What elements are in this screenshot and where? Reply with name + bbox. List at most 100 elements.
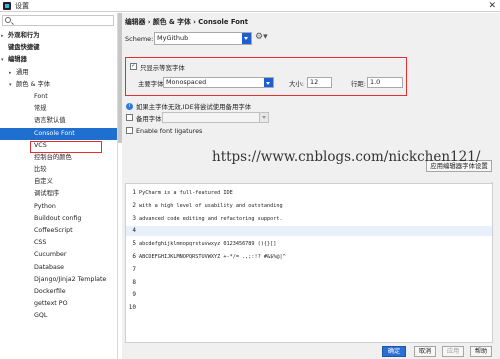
size-label: 大小: [289, 80, 304, 88]
preview-line: 1 PyCharm is a full-featured IDE [126, 188, 492, 198]
settings-sidebar: ▸ 外观和行为键盘快捷键 ▾ 编辑器 ▸ 通用 ▾ 颜色 & 字体 Font 常规语言默认值 Con… [0, 13, 118, 359]
primary-font-label: 主要字体: [138, 80, 166, 88]
chevron-right-icon[interactable]: ▸ [9, 67, 12, 79]
chevron-down-icon[interactable] [242, 33, 251, 44]
line-number: 4 [132, 227, 136, 235]
watermark-text: https://www.cnblogs.com/nickchen121/ [212, 149, 481, 165]
sidebar-item-label: 控制台的颜色 [34, 153, 72, 161]
sidebar-item[interactable]: CoffeeScript [0, 225, 117, 237]
sidebar-item[interactable]: Buildout config [0, 213, 117, 225]
sidebar-item-label: 比较 [34, 166, 47, 174]
sidebar-item-label: 常规 [34, 105, 47, 113]
sidebar-item[interactable]: 比较 [0, 164, 117, 176]
sidebar-item-label: CSS [34, 239, 47, 247]
sidebar-item-label: Database [34, 263, 65, 271]
line-text: with a high level of usability and outst… [139, 202, 283, 209]
search-input[interactable] [2, 15, 114, 26]
preview-line: 7 [126, 265, 492, 275]
chevron-down-icon[interactable]: ▾ [1, 54, 4, 66]
line-number: 7 [132, 265, 136, 273]
ok-button[interactable]: 确定 [382, 346, 406, 357]
sidebar-item-label: gettext PO [34, 300, 68, 308]
sidebar-item[interactable]: 控制台的颜色 [0, 152, 117, 164]
line-number: 6 [132, 253, 136, 260]
sidebar-item-label: 调试程序 [34, 190, 60, 198]
sidebar-item[interactable]: 键盘快捷键 [0, 42, 117, 54]
sidebar-item-label: 自定义 [34, 178, 53, 186]
line-number: 10 [128, 304, 136, 312]
sidebar-item[interactable]: ▾ 颜色 & 字体 [0, 79, 117, 91]
preview-editor[interactable]: 1 PyCharm is a full-featured IDE 2 with a h… [125, 183, 493, 343]
window-title: 设置 [15, 1, 29, 10]
size-value: 12 [310, 78, 319, 86]
only-monospaced-checkbox[interactable] [130, 62, 137, 70]
sidebar-item[interactable]: Dockerfile [0, 286, 117, 298]
line-spacing-label: 行距: [351, 80, 366, 88]
sidebar-item-label: Buildout config [34, 214, 82, 222]
fallback-font-checkbox[interactable] [126, 114, 133, 121]
sidebar-item-label: 通用 [16, 68, 29, 76]
line-spacing-field[interactable]: 1.0 [367, 77, 403, 88]
apply-button[interactable]: 应用 [442, 346, 464, 357]
help-button[interactable]: 帮助 [470, 346, 492, 357]
line-number: 2 [132, 201, 136, 209]
chevron-right-icon[interactable]: ▸ [1, 30, 4, 42]
breadcrumb: 编辑器 › 颜色 & 字体 › Console Font [125, 18, 248, 26]
sidebar-item-label: 外观和行为 [8, 32, 40, 39]
sidebar-item-label: Font [34, 92, 48, 100]
line-spacing-value: 1.0 [370, 78, 381, 86]
sidebar-item[interactable]: GQL [0, 310, 117, 322]
cancel-button[interactable]: 取消 [414, 346, 436, 357]
sidebar-item[interactable]: Database [0, 262, 117, 274]
ligatures-checkbox[interactable] [126, 127, 133, 134]
preview-line: 8 [126, 278, 492, 288]
sidebar-item[interactable]: 语言默认值 [0, 115, 117, 127]
sidebar-item[interactable]: ▸ 通用 [0, 67, 117, 79]
sidebar-item[interactable]: CSS [0, 237, 117, 249]
title-bar: 设置 ✕ [0, 0, 500, 12]
sidebar-item-label: CoffeeScript [34, 227, 73, 234]
size-field[interactable]: 12 [307, 77, 332, 88]
gear-icon[interactable]: ⚙▾ [255, 32, 268, 42]
preview-line: 6 ABCDEFGHIJKLMNOPQRSTUVWXYZ +-*/= .,;:!?… [126, 252, 492, 262]
line-text: abcdefghijklmnopqrstuvwxyz 0123456789 ()… [139, 241, 277, 248]
scheme-select[interactable]: MyGithub [154, 32, 252, 45]
sidebar-item-label: 语言默认值 [34, 117, 66, 125]
sidebar-item[interactable]: Cucumber [0, 249, 117, 261]
sidebar-item-label: Django/Jinja2 Template [34, 275, 107, 283]
sidebar-item-label: 键盘快捷键 [8, 44, 40, 52]
sidebar-item[interactable]: ▾ 编辑器 [0, 54, 117, 66]
chevron-down-icon[interactable]: ▾ [9, 79, 12, 91]
sidebar-item[interactable]: Django/Jinja2 Template [0, 274, 117, 286]
sidebar-item-label: GQL [34, 312, 48, 320]
line-number: 8 [132, 278, 136, 286]
chevron-down-icon[interactable] [264, 78, 273, 87]
only-monospaced-label: 只显示等宽字体 [140, 64, 185, 72]
fallback-font-label: 备用字体: [136, 115, 164, 123]
preview-line: 2 with a high level of usability and outs… [126, 201, 492, 211]
fallback-font-select[interactable] [162, 112, 269, 123]
sidebar-item-label: Console Font [34, 129, 75, 137]
preview-line: 4 [126, 226, 492, 237]
sidebar-item-label: 编辑器 [8, 56, 27, 64]
info-icon: i [126, 103, 133, 110]
scheme-value: MyGithub [157, 34, 189, 42]
primary-font-select[interactable]: Monospaced [163, 77, 274, 88]
preview-line: 5 abcdefghijklmnopqrstuvwxyz 0123456789 (… [126, 239, 492, 249]
chevron-down-icon[interactable] [259, 113, 268, 122]
sidebar-item[interactable]: gettext PO [0, 298, 117, 310]
sidebar-item[interactable]: 常规 [0, 103, 117, 115]
font-settings-highlight: 只显示等宽字体 主要字体: Monospaced 大小: 12 行距: 1.0 [125, 57, 407, 96]
sidebar-item[interactable]: ▸ 外观和行为 [0, 30, 117, 42]
sidebar-item[interactable]: Console Font [0, 127, 117, 140]
sidebar-item[interactable]: Font [0, 91, 117, 103]
search-icon [5, 17, 11, 23]
close-icon[interactable]: ✕ [488, 0, 496, 12]
line-text: advanced code editing and refactoring su… [139, 215, 283, 222]
sidebar-item[interactable]: 调试程序 [0, 188, 117, 200]
annotation-highlight-box [30, 141, 102, 153]
sidebar-item[interactable]: 自定义 [0, 176, 117, 188]
preview-line: 10 [126, 303, 492, 313]
line-text: PyCharm is a full-featured IDE [139, 190, 233, 196]
sidebar-item[interactable]: Python [0, 201, 117, 213]
